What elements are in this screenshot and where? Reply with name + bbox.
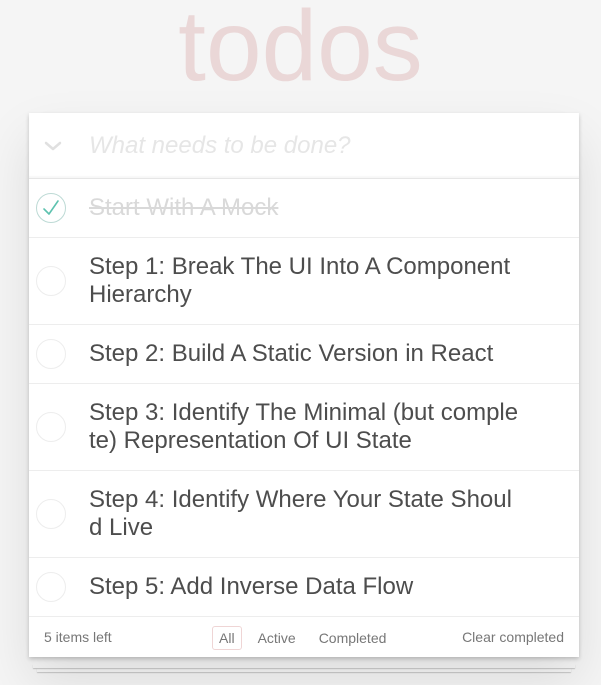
todo-toggle-checkbox[interactable]	[36, 412, 66, 442]
todo-toggle-checkbox[interactable]	[36, 266, 66, 296]
todo-item: Step 4: Identify Where Your State Should…	[29, 471, 579, 558]
footer: 5 items left All Active Completed Clear …	[29, 617, 579, 657]
filters: All Active Completed	[212, 626, 402, 650]
todo-item: Step 2: Build A Static Version in React	[29, 325, 579, 384]
app-title: todos	[178, 0, 423, 102]
filter-completed[interactable]: Completed	[312, 626, 394, 650]
chevron-down-icon[interactable]	[29, 113, 77, 178]
todo-toggle-checkbox[interactable]	[36, 572, 66, 602]
todo-item: Step 3: Identify The Minimal (but comple…	[29, 384, 579, 471]
new-todo-input[interactable]	[89, 131, 559, 161]
items-left-count: 5 items left	[44, 629, 112, 645]
todo-label[interactable]: Start With A Mock	[89, 194, 519, 222]
filter-all[interactable]: All	[212, 626, 242, 650]
todo-label[interactable]: Step 3: Identify The Minimal (but comple…	[89, 399, 519, 455]
todo-label[interactable]: Step 2: Build A Static Version in React	[89, 340, 519, 368]
checkmark-icon	[43, 200, 59, 215]
card-stack-shadow	[33, 664, 575, 668]
todo-app: Start With A Mock Step 1: Break The UI I…	[29, 113, 579, 657]
todo-item: Step 1: Break The UI Into A Component Hi…	[29, 238, 579, 325]
todo-label[interactable]: Step 1: Break The UI Into A Component Hi…	[89, 253, 519, 309]
todo-toggle-checkbox[interactable]	[36, 499, 66, 529]
clear-completed-button[interactable]: Clear completed	[462, 629, 564, 645]
todo-toggle-checkbox[interactable]	[36, 193, 66, 223]
todo-label[interactable]: Step 4: Identify Where Your State Should…	[89, 486, 519, 542]
card-stack-shadow	[37, 668, 571, 672]
todo-label[interactable]: Step 5: Add Inverse Data Flow	[89, 573, 519, 601]
header	[29, 113, 579, 179]
filter-active[interactable]: Active	[251, 626, 303, 650]
todo-item: Start With A Mock	[29, 179, 579, 238]
todo-item: Step 5: Add Inverse Data Flow	[29, 558, 579, 617]
todo-toggle-checkbox[interactable]	[36, 339, 66, 369]
todo-list: Start With A Mock Step 1: Break The UI I…	[29, 179, 579, 617]
